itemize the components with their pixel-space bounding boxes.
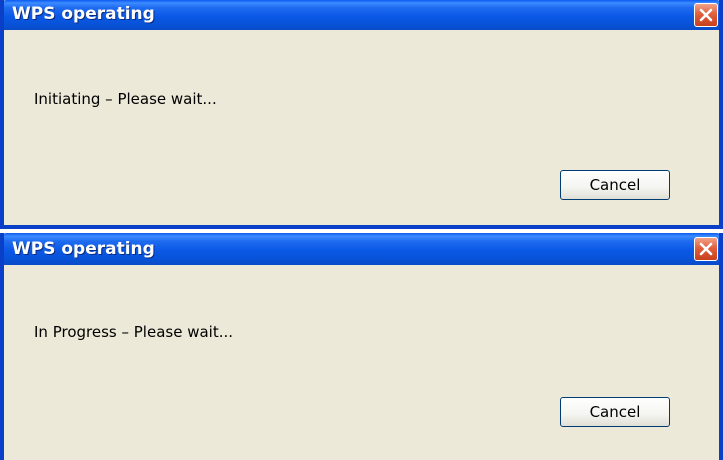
title-bar[interactable]: WPS operating bbox=[4, 0, 719, 30]
status-message: Initiating – Please wait... bbox=[34, 90, 217, 108]
close-button[interactable] bbox=[694, 3, 718, 27]
title-bar[interactable]: WPS operating bbox=[4, 233, 719, 265]
dialog-title: WPS operating bbox=[12, 4, 155, 24]
close-button[interactable] bbox=[694, 237, 718, 261]
dialog-title: WPS operating bbox=[12, 239, 155, 259]
cancel-button[interactable]: Cancel bbox=[560, 170, 670, 200]
wps-dialog-initiating: WPS operating Initiating – Please wait..… bbox=[0, 0, 723, 229]
close-icon bbox=[699, 8, 713, 22]
wps-dialog-in-progress: WPS operating In Progress – Please wait.… bbox=[0, 233, 723, 460]
close-icon bbox=[699, 242, 713, 256]
status-message: In Progress – Please wait... bbox=[34, 323, 234, 341]
cancel-button[interactable]: Cancel bbox=[560, 397, 670, 427]
